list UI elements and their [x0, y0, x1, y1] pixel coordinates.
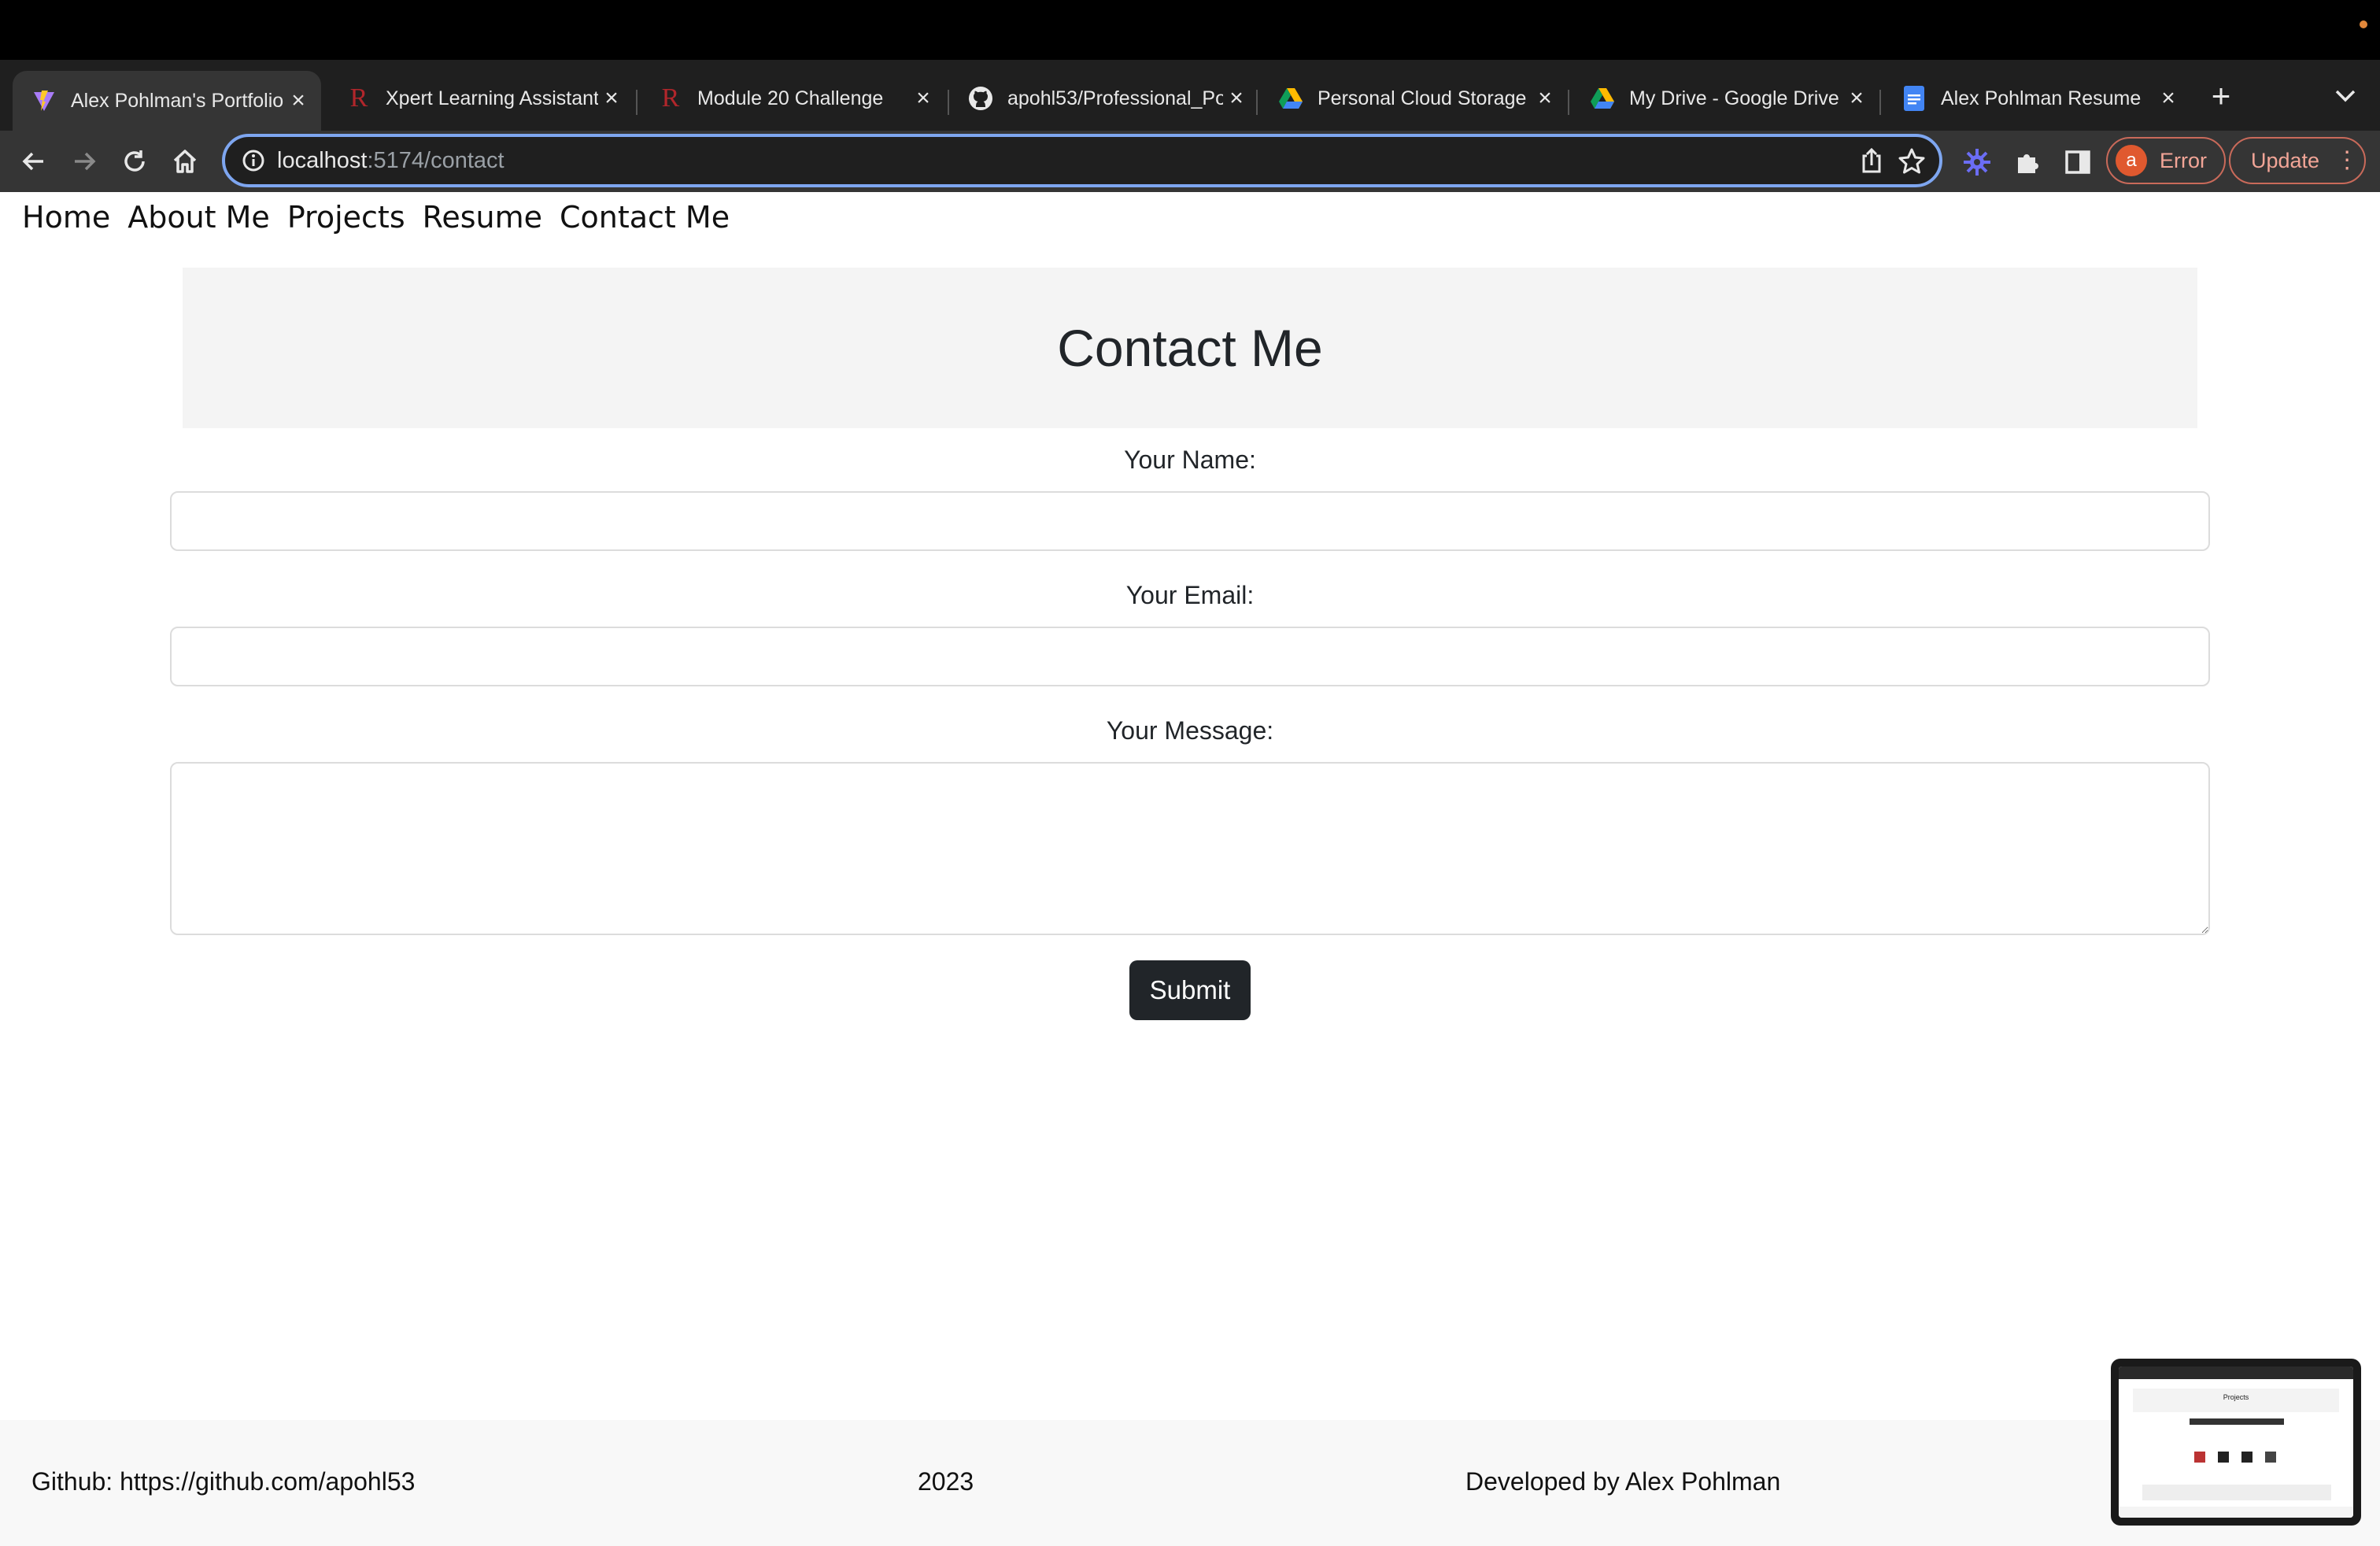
- email-field[interactable]: [170, 627, 2210, 686]
- footer-credit: Developed by Alex Pohlman: [1465, 1467, 1781, 1496]
- tab-title: Xpert Learning Assistant: [386, 87, 598, 109]
- nav-link-about[interactable]: About Me: [128, 200, 270, 235]
- new-tab-button[interactable]: +: [2204, 77, 2238, 114]
- site-info-icon[interactable]: [241, 148, 266, 173]
- tab-xpert[interactable]: R Xpert Learning Assistant ×: [327, 69, 634, 128]
- r-logo-icon: R: [349, 83, 368, 113]
- tab-separator: [1256, 90, 1258, 115]
- message-textarea[interactable]: [170, 762, 2210, 935]
- back-arrow-icon[interactable]: [14, 142, 54, 181]
- tab-module-20[interactable]: R Module 20 Challenge ×: [639, 69, 946, 128]
- screenshot-thumbnail[interactable]: Projects: [2111, 1359, 2361, 1526]
- tab-search-chevron-icon[interactable]: [2328, 79, 2363, 113]
- footer-year: 2023: [918, 1467, 974, 1496]
- url-text: localhost:5174/contact: [277, 148, 504, 174]
- thumbnail-tile: [2218, 1452, 2229, 1463]
- side-panel-icon[interactable]: [2062, 146, 2094, 178]
- update-label: Update: [2251, 148, 2320, 172]
- browser-toolbar: localhost:5174/contact a Error Update ⋮: [0, 131, 2380, 192]
- tab-strip: Alex Pohlman's Portfolio × R Xpert Learn…: [0, 60, 2380, 131]
- nav-link-projects[interactable]: Projects: [287, 200, 405, 235]
- tab-separator: [1568, 90, 1569, 115]
- close-icon[interactable]: ×: [285, 87, 312, 114]
- name-field[interactable]: [170, 491, 2210, 551]
- tab-title: Personal Cloud Storage: [1318, 87, 1527, 109]
- address-bar[interactable]: localhost:5174/contact: [222, 134, 1942, 187]
- tab-title: Module 20 Challenge: [697, 87, 884, 109]
- tab-github[interactable]: apohl53/Professional_Portfolio ×: [949, 69, 1259, 128]
- thumbnail-tile: [2194, 1452, 2205, 1463]
- thumbnail-bar: [2190, 1418, 2284, 1425]
- web-page: Home About Me Projects Resume Contact Me…: [0, 192, 2380, 1546]
- tab-portfolio[interactable]: Alex Pohlman's Portfolio ×: [13, 71, 321, 131]
- tab-resume-doc[interactable]: Alex Pohlman Resume ×: [1883, 69, 2191, 128]
- thumbnail-toolbar: [2119, 1367, 2353, 1379]
- site-nav: Home About Me Projects Resume Contact Me: [22, 200, 730, 235]
- close-icon[interactable]: ×: [598, 85, 625, 112]
- forward-arrow-icon[interactable]: [65, 142, 104, 181]
- tab-separator: [1879, 90, 1881, 115]
- tab-separator: [636, 90, 638, 115]
- google-drive-icon: [1590, 86, 1615, 111]
- page-title: Contact Me: [1057, 319, 1323, 377]
- os-menu-bar: [0, 0, 2380, 60]
- close-icon[interactable]: ×: [1843, 85, 1870, 112]
- close-icon[interactable]: ×: [2155, 85, 2182, 112]
- message-label: Your Message:: [1106, 716, 1274, 745]
- avatar: a: [2116, 145, 2147, 176]
- url-path: :5174/contact: [367, 148, 504, 173]
- tab-title: Alex Pohlman's Portfolio: [71, 89, 284, 112]
- bookmark-star-icon[interactable]: [1897, 146, 1927, 176]
- google-drive-icon: [1278, 86, 1303, 111]
- url-host: localhost: [277, 148, 368, 173]
- email-label: Your Email:: [1125, 581, 1255, 609]
- site-footer: Github: https://github.com/apohl53 2023 …: [0, 1420, 2380, 1546]
- home-icon[interactable]: [165, 142, 205, 181]
- status-dot: [2360, 20, 2367, 28]
- share-icon[interactable]: [1857, 146, 1886, 175]
- page-header: Contact Me: [183, 268, 2197, 428]
- close-icon[interactable]: ×: [1223, 85, 1250, 112]
- tab-cloud-storage[interactable]: Personal Cloud Storage ×: [1259, 69, 1568, 128]
- submit-button[interactable]: Submit: [1129, 960, 1251, 1020]
- profile-status-label: Error: [2160, 148, 2207, 172]
- thumbnail-tile: [2241, 1452, 2252, 1463]
- close-icon[interactable]: ×: [910, 85, 937, 112]
- nav-link-home[interactable]: Home: [22, 200, 110, 235]
- thumbnail-footer: [2119, 1507, 2353, 1518]
- thumbnail-image: Projects: [2119, 1367, 2353, 1518]
- tab-my-drive[interactable]: My Drive - Google Drive ×: [1571, 69, 1879, 128]
- tab-title: Alex Pohlman Resume: [1941, 87, 2142, 109]
- tab-title: My Drive - Google Drive: [1629, 87, 1839, 109]
- github-icon: [968, 86, 993, 111]
- tab-title: apohl53/Professional_Portfolio: [1007, 87, 1223, 109]
- more-menu-icon[interactable]: ⋮: [2335, 149, 2359, 172]
- reload-icon[interactable]: [115, 142, 154, 181]
- thumbnail-tile: [2265, 1452, 2276, 1463]
- extension-gear-icon[interactable]: [1961, 146, 1993, 178]
- extensions-puzzle-icon[interactable]: [2012, 146, 2043, 178]
- google-docs-icon: [1901, 86, 1927, 111]
- nav-link-resume[interactable]: Resume: [423, 200, 542, 235]
- thumbnail-title: Projects: [2223, 1393, 2249, 1401]
- vite-icon: [31, 88, 57, 113]
- screen: Alex Pohlman's Portfolio × R Xpert Learn…: [0, 0, 2380, 1546]
- close-icon[interactable]: ×: [1532, 85, 1558, 112]
- thumbnail-card: [2142, 1485, 2331, 1500]
- name-label: Your Name:: [1124, 446, 1256, 474]
- profile-error-button[interactable]: a Error: [2106, 137, 2226, 184]
- nav-link-contact[interactable]: Contact Me: [560, 200, 730, 235]
- r-logo-icon: R: [661, 83, 680, 113]
- update-button[interactable]: Update ⋮: [2229, 137, 2366, 184]
- footer-github[interactable]: Github: https://github.com/apohl53: [31, 1467, 415, 1496]
